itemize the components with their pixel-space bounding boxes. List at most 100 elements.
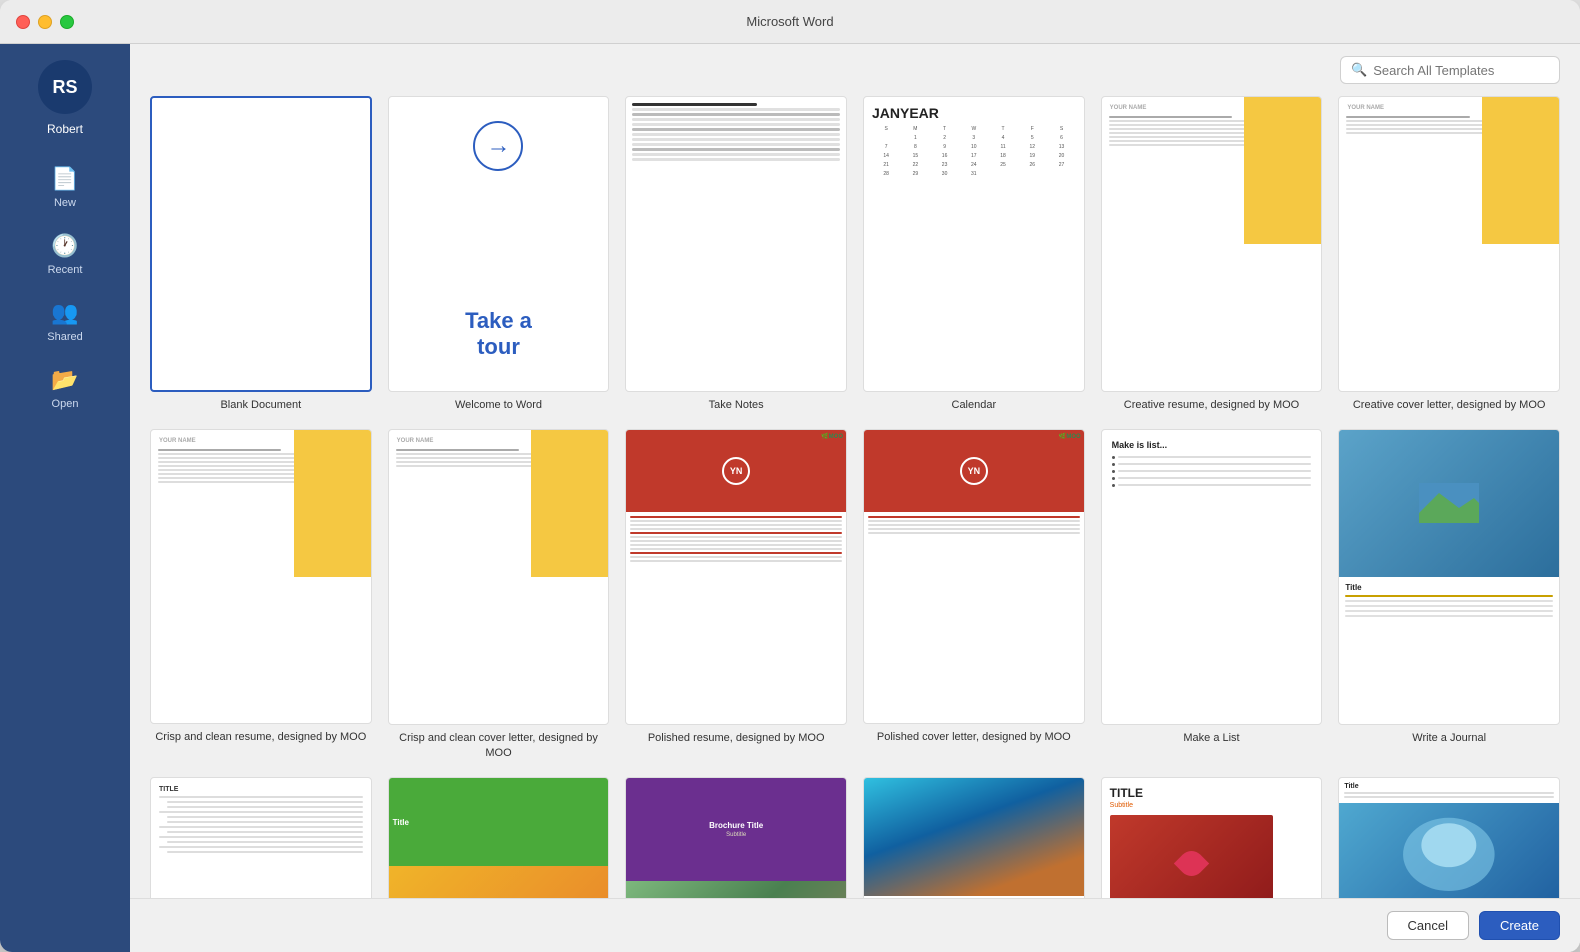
crisp-resume-content: YOUR NAME 🌿MOO — [151, 430, 371, 724]
template-tour-thumb[interactable]: → Take a tour — [388, 96, 610, 392]
polished-cover-header: YN 🌿MOO — [864, 430, 1084, 512]
create-button[interactable]: Create — [1479, 911, 1560, 940]
research-content: Title — [1339, 778, 1559, 898]
moo-accent-cover — [1482, 97, 1559, 244]
template-crisp-cover[interactable]: YOUR NAME 🌿MOO Crisp — [388, 429, 610, 761]
template-notes[interactable]: Take Notes — [625, 96, 847, 413]
template-flyer-thumb[interactable]: For Sale! — [863, 777, 1085, 898]
newsletter-title-text: Title — [393, 818, 409, 827]
template-blank-thumb[interactable] — [150, 96, 372, 392]
template-cover-toc[interactable]: TITLE Subtitle Paper wit — [1101, 777, 1323, 898]
research-image — [1339, 803, 1559, 898]
template-outline-thumb[interactable]: TITLE — [150, 777, 372, 898]
template-brochure-thumb[interactable]: Brochure Title Subtitle — [625, 777, 847, 898]
template-flyer[interactable]: For Sale! Flyer — [863, 777, 1085, 898]
template-newsletter[interactable]: Title Newsletter — [388, 777, 610, 898]
sidebar-item-open[interactable]: 📂 Open — [0, 357, 130, 420]
template-journal-label: Write a Journal — [1412, 731, 1486, 746]
moo-accent — [1244, 97, 1321, 244]
fullscreen-button[interactable] — [60, 15, 74, 29]
traffic-lights — [16, 15, 74, 29]
sidebar-item-shared[interactable]: 👥 Shared — [0, 290, 130, 353]
sidebar-item-recent[interactable]: 🕐 Recent — [0, 223, 130, 286]
search-input[interactable] — [1373, 63, 1549, 78]
outline-title: TITLE — [159, 786, 363, 793]
newsletter-content: Title — [389, 778, 609, 898]
notes-line-1 — [632, 103, 757, 106]
notes-line-8 — [632, 138, 840, 141]
template-make-list-thumb[interactable]: Make is list... — [1101, 429, 1323, 725]
template-polished-cover-thumb[interactable]: YN 🌿MOO — [863, 429, 1085, 725]
cover-subtitle-text: Subtitle — [1110, 802, 1314, 809]
template-notes-thumb[interactable] — [625, 96, 847, 392]
template-creative-cover-label: Creative cover letter, designed by MOO — [1353, 398, 1546, 413]
templates-grid: Blank Document → Take a tour Welcome to … — [130, 96, 1580, 898]
flyer-content: For Sale! — [864, 778, 1084, 898]
notes-line-10 — [632, 148, 840, 151]
moo-logo-polished-cover-icon: 🌿MOO — [1059, 433, 1081, 440]
template-journal-thumb[interactable]: Title — [1338, 429, 1560, 725]
user-name: Robert — [47, 122, 83, 136]
open-icon: 📂 — [51, 367, 78, 393]
template-polished-cover[interactable]: YN 🌿MOO Polished co — [863, 429, 1085, 761]
main-header: 🔍 — [130, 44, 1580, 96]
template-crisp-resume-thumb[interactable]: YOUR NAME 🌿MOO — [150, 429, 372, 725]
journal-content: Title — [1339, 430, 1559, 724]
sidebar-item-new[interactable]: 📄 New — [0, 156, 130, 219]
template-make-list[interactable]: Make is list... Make a List — [1101, 429, 1323, 761]
template-make-list-label: Make a List — [1183, 731, 1239, 746]
sidebar-item-new-label: New — [54, 197, 76, 209]
template-polished-resume-thumb[interactable]: YN 🌿MOO — [625, 429, 847, 725]
template-creative-cover[interactable]: YOUR NAME 🌿MOO Creati — [1338, 96, 1560, 413]
template-brochure[interactable]: Brochure Title Subtitle Brochure — [625, 777, 847, 898]
template-creative-cover-thumb[interactable]: YOUR NAME 🌿MOO — [1338, 96, 1560, 392]
template-crisp-cover-thumb[interactable]: YOUR NAME 🌿MOO — [388, 429, 610, 725]
template-outline[interactable]: TITLE — [150, 777, 372, 898]
moo-accent-crisp — [294, 430, 371, 577]
brochure-subtitle-text: Subtitle — [726, 832, 746, 838]
crisp-cover-content: YOUR NAME 🌿MOO — [389, 430, 609, 724]
tour-arrow-icon: → — [473, 121, 523, 171]
recent-icon: 🕐 — [51, 233, 78, 259]
search-box[interactable]: 🔍 — [1340, 56, 1560, 84]
brochure-image — [626, 881, 846, 898]
notes-line-4 — [632, 118, 840, 121]
template-crisp-resume-label: Crisp and clean resume, designed by MOO — [155, 730, 366, 745]
polished-cover-content: YN 🌿MOO — [864, 430, 1084, 724]
research-seal-icon — [1339, 803, 1559, 898]
template-polished-resume[interactable]: YN 🌿MOO — [625, 429, 847, 761]
template-research-thumb[interactable]: Title — [1338, 777, 1560, 898]
notes-line-12 — [632, 158, 840, 161]
cancel-button[interactable]: Cancel — [1387, 911, 1469, 940]
leaf-decoration — [1173, 846, 1208, 881]
template-blank[interactable]: Blank Document — [150, 96, 372, 413]
flyer-image — [864, 778, 1084, 895]
template-journal[interactable]: Title Write a Journal — [1338, 429, 1560, 761]
cal-header: JANYEAR — [872, 105, 1076, 121]
yn-monogram-cover: YN — [960, 457, 988, 485]
template-research[interactable]: Title — [1338, 777, 1560, 898]
window-title: Microsoft Word — [746, 14, 833, 29]
template-newsletter-thumb[interactable]: Title — [388, 777, 610, 898]
outline-content: TITLE — [151, 778, 371, 898]
template-crisp-resume[interactable]: YOUR NAME 🌿MOO — [150, 429, 372, 761]
template-tour[interactable]: → Take a tour Welcome to Word — [388, 96, 610, 413]
minimize-button[interactable] — [38, 15, 52, 29]
notes-content — [626, 97, 846, 391]
template-calendar[interactable]: JANYEAR SMTWTFS 123456 78910111213 14151… — [863, 96, 1085, 413]
journal-title: Title — [1345, 583, 1553, 592]
polished-resume-content: YN 🌿MOO — [626, 430, 846, 724]
template-creative-resume[interactable]: YOUR NAME 🌿MOO — [1101, 96, 1323, 413]
journal-landscape-icon — [1419, 483, 1479, 523]
search-icon: 🔍 — [1351, 62, 1367, 78]
notes-line-11 — [632, 153, 840, 156]
main-content: 🔍 Blank Document → Take a — [130, 44, 1580, 952]
template-creative-resume-thumb[interactable]: YOUR NAME 🌿MOO — [1101, 96, 1323, 392]
research-title-text: Title — [1344, 783, 1554, 790]
notes-line-5 — [632, 123, 840, 126]
close-button[interactable] — [16, 15, 30, 29]
template-calendar-thumb[interactable]: JANYEAR SMTWTFS 123456 78910111213 14151… — [863, 96, 1085, 392]
footer: Cancel Create — [130, 898, 1580, 952]
creative-resume-content: YOUR NAME 🌿MOO — [1102, 97, 1322, 391]
template-cover-toc-thumb[interactable]: TITLE Subtitle — [1101, 777, 1323, 898]
